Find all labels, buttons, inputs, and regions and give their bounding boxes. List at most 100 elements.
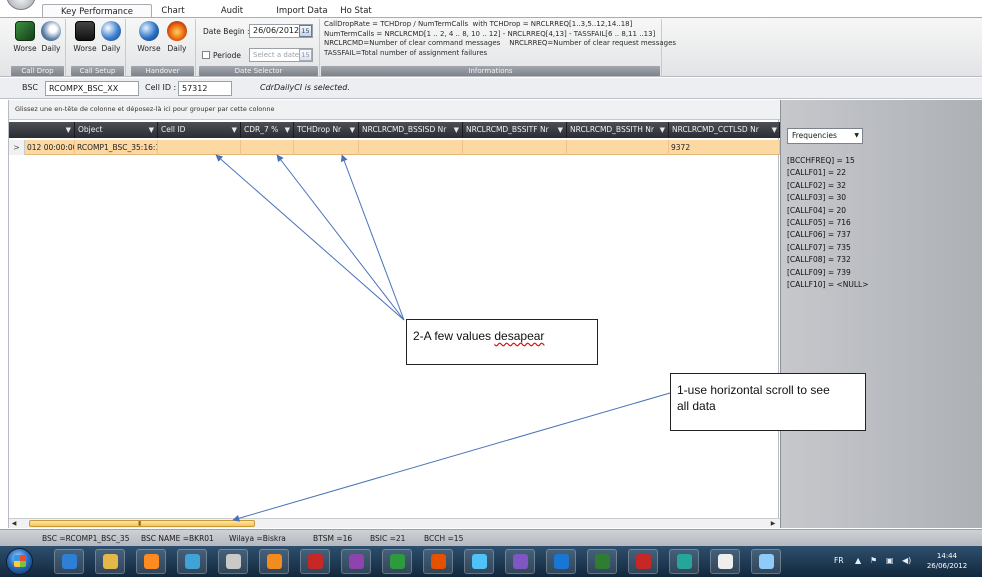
taskbar-image-viewer-button[interactable]: [464, 549, 494, 574]
calculator-icon: [718, 554, 733, 569]
list-item: [CALLF02] = 32: [787, 180, 847, 190]
excel-icon: [595, 554, 610, 569]
handover-daily-button[interactable]: Daily: [164, 21, 190, 59]
ribbon-panel: Worse Daily Call Drop Worse Daily Call S…: [0, 17, 982, 85]
column-header-tchdrop[interactable]: TCHDrop Nr ▼: [294, 122, 359, 138]
pdf-reader-icon: [636, 554, 651, 569]
call-setup-worse-button[interactable]: Worse: [72, 21, 98, 59]
dropdown-caret-icon[interactable]: ▼: [854, 129, 859, 143]
cell-nrclrcmd-bssith[interactable]: [567, 140, 669, 155]
show-hidden-icons-icon[interactable]: ▲: [855, 556, 861, 565]
column-header-nrclrcmd-bssisd[interactable]: NRCLRCMD_BSSISD Nr ▼: [359, 122, 463, 138]
column-header-nrclrcmd-cctlsd[interactable]: NRCLRCMD_CCTLSD Nr ▼: [669, 122, 780, 138]
tab-key-performance-indicator[interactable]: Key Performance indicator: [42, 4, 152, 31]
taskbar-calculator-button[interactable]: [710, 549, 740, 574]
column-header-nrclrcmd-bssitf[interactable]: NRCLRCMD_BSSITF Nr ▼: [463, 122, 567, 138]
frequencies-dropdown[interactable]: Frequencies ▼: [787, 128, 863, 144]
cell-tchdrop[interactable]: [294, 140, 359, 155]
cell-nrclrcmd-cctlsd[interactable]: 9372: [669, 140, 780, 155]
column-header-cdr-7[interactable]: CDR_7 % ▼: [241, 122, 294, 138]
taskbar-outlook-button[interactable]: [259, 549, 289, 574]
taskbar-excel-button[interactable]: [587, 549, 617, 574]
cell-date[interactable]: 012 00:00:00: [25, 140, 75, 155]
list-item: [CALLF06] = 737: [787, 230, 851, 240]
filter-funnel-icon[interactable]: ▼: [660, 122, 665, 138]
filter-funnel-icon[interactable]: ▼: [350, 122, 355, 138]
moon-icon: [41, 21, 61, 41]
filter-funnel-icon[interactable]: ▼: [558, 122, 563, 138]
scroll-thumb[interactable]: ▮: [29, 520, 255, 527]
group-label-informations: Informations: [321, 66, 660, 76]
column-header-date[interactable]: ▼: [9, 122, 75, 138]
horizontal-scrollbar[interactable]: ◀ ▮ ▶: [9, 518, 780, 528]
tab-chart[interactable]: Chart: [156, 4, 190, 18]
system-clock[interactable]: 14:44 26/06/2012: [923, 551, 971, 571]
table-row[interactable]: > 012 00:00:00 RCOMP1_BSC_35:16:1 9372: [9, 140, 780, 155]
volume-icon[interactable]: ◀): [902, 556, 911, 565]
group-handover-success: Worse Daily Handover Success: [130, 19, 196, 85]
scroll-right-arrow-icon[interactable]: ▶: [768, 519, 778, 528]
taskbar-pdf-reader-button[interactable]: [628, 549, 658, 574]
filter-funnel-icon[interactable]: ▼: [66, 122, 71, 138]
filter-funnel-icon[interactable]: ▼: [285, 122, 290, 138]
fire-icon: [167, 21, 187, 41]
row-selector[interactable]: >: [9, 140, 25, 155]
note-values-disappear: 2-A few values desapear: [406, 319, 598, 365]
firefox-icon: [431, 554, 446, 569]
footer-bsic: BSIC =21: [370, 534, 406, 543]
network-icon[interactable]: ▣: [886, 556, 894, 565]
calendar-icon[interactable]: 15: [299, 25, 312, 37]
taskbar-checklist-button[interactable]: [546, 549, 576, 574]
action-center-flag-icon[interactable]: ⚑: [870, 556, 877, 565]
taskbar-filezilla-button[interactable]: [300, 549, 330, 574]
column-header-object[interactable]: Object ▼: [75, 122, 158, 138]
taskbar-equalizer-button[interactable]: [505, 549, 535, 574]
scroll-left-arrow-icon[interactable]: ◀: [9, 519, 19, 528]
column-header-nrclrcmd-bssith[interactable]: NRCLRCMD_BSSITH Nr ▼: [567, 122, 669, 138]
group-label-call-setup: Call Setup: [71, 66, 124, 76]
taskbar-screen-button[interactable]: [669, 549, 699, 574]
call-drop-daily-button[interactable]: Daily: [38, 21, 64, 59]
taskbar-firefox-button[interactable]: [423, 549, 453, 574]
tab-import-data[interactable]: Import Data: [274, 4, 330, 18]
footer-wilaya: Wilaya =Biskra: [229, 534, 286, 543]
taskbar-tools-button[interactable]: [218, 549, 248, 574]
tab-audit-parameters[interactable]: Audit Parameters: [196, 4, 268, 30]
call-setup-daily-button[interactable]: Daily: [98, 21, 124, 59]
cell-nrclrcmd-bssitf[interactable]: [463, 140, 567, 155]
periode-checkbox[interactable]: [202, 51, 210, 59]
cell-nrclrcmd-bssisd[interactable]: [359, 140, 463, 155]
taskbar-vpn-button[interactable]: [382, 549, 412, 574]
windows-logo-icon: [14, 555, 26, 567]
bsc-input[interactable]: RCOMPX_BSC_XX: [45, 81, 139, 96]
date-begin-label: Date Begin :: [203, 27, 250, 36]
handover-worse-button[interactable]: Worse: [136, 21, 162, 59]
checklist-icon: [554, 554, 569, 569]
taskbar-network-button[interactable]: [177, 549, 207, 574]
tab-ho-stat[interactable]: Ho Stat: [336, 4, 376, 18]
taskbar-media-player-button[interactable]: [136, 549, 166, 574]
cell-object[interactable]: RCOMP1_BSC_35:16:1: [75, 140, 158, 155]
group-by-drop-area[interactable]: Glissez une en-tête de colonne et dépose…: [9, 100, 780, 120]
filter-funnel-icon[interactable]: ▼: [454, 122, 459, 138]
taskbar-file-explorer-button[interactable]: [95, 549, 125, 574]
filter-funnel-icon[interactable]: ▼: [149, 122, 154, 138]
image-viewer-icon: [472, 554, 487, 569]
cell-cdr-7[interactable]: [241, 140, 294, 155]
periode-label: Periode: [213, 51, 242, 60]
cell-cell-id[interactable]: [158, 140, 241, 155]
language-indicator[interactable]: FR: [834, 556, 844, 565]
column-header-cell-id[interactable]: Cell ID ▼: [158, 122, 241, 138]
kpi-data-grid: Glissez une en-tête de colonne et dépose…: [8, 100, 780, 528]
cell-id-input[interactable]: 57312: [178, 81, 232, 96]
taskbar-text-editor-button[interactable]: [341, 549, 371, 574]
screen-icon: [677, 554, 692, 569]
tools-icon: [226, 554, 241, 569]
filter-funnel-icon[interactable]: ▼: [232, 122, 237, 138]
taskbar-internet-explorer-button[interactable]: [54, 549, 84, 574]
filter-funnel-icon[interactable]: ▼: [772, 122, 777, 138]
taskbar-paint-button[interactable]: [751, 549, 781, 574]
calendar-icon-disabled[interactable]: 15: [299, 49, 312, 61]
start-button[interactable]: [6, 548, 33, 575]
call-drop-worse-button[interactable]: Worse: [12, 21, 38, 59]
